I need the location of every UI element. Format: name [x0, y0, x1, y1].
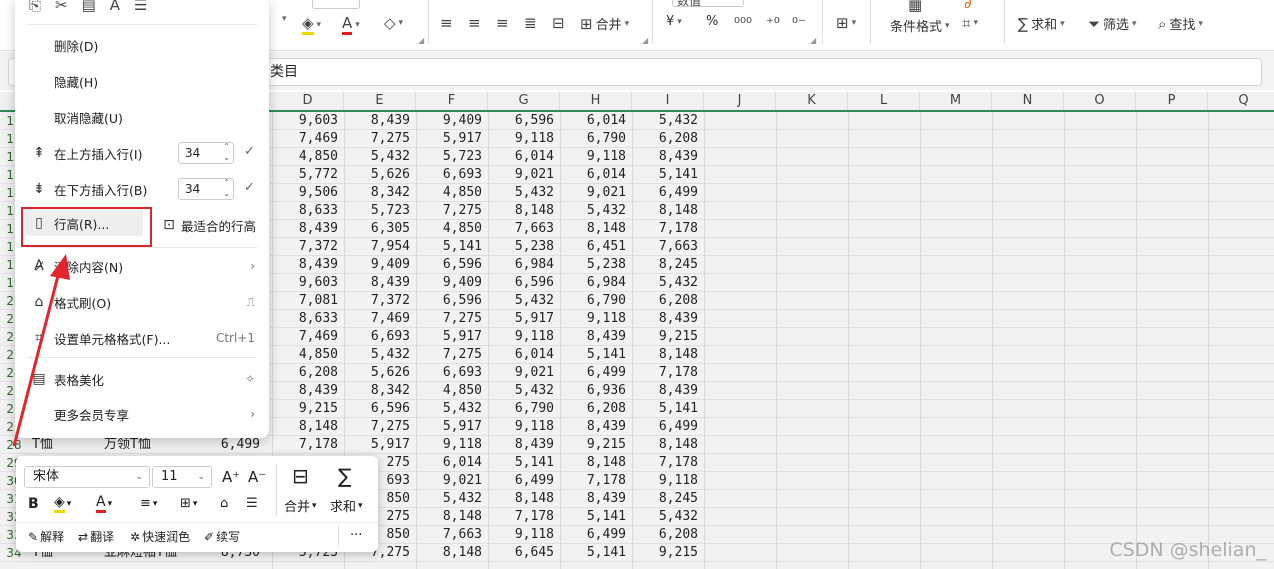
annotation-arrow [12, 254, 70, 447]
watermark: CSDN @shelian_ [1109, 539, 1266, 561]
arrow-head [50, 254, 70, 280]
arrow-shaft [12, 267, 62, 447]
